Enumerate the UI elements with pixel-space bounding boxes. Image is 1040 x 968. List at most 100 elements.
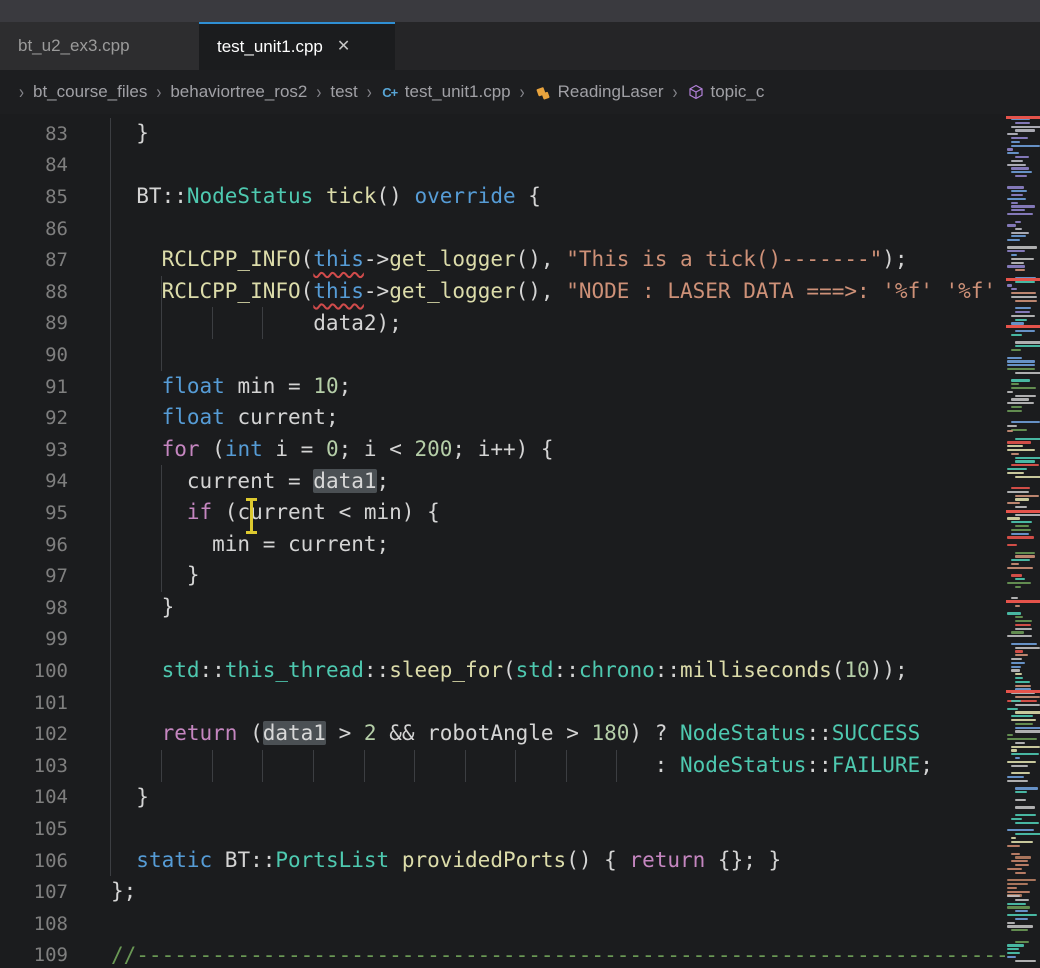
breadcrumb-label: topic_c — [711, 82, 765, 102]
code-line[interactable]: 105 — [0, 813, 1006, 845]
minimap-error-mark — [1006, 600, 1040, 603]
line-number: 89 — [0, 312, 68, 334]
code-line[interactable]: 91 float min = 10; — [0, 371, 1006, 403]
breadcrumb-item-behaviortree-ros2[interactable]: behaviortree_ros2 — [170, 82, 307, 102]
code-line[interactable]: 93 for (int i = 0; i < 200; i++) { — [0, 434, 1006, 466]
code-area[interactable]: 83 }8485 BT::NodeStatus tick() override … — [0, 114, 1006, 968]
code-text: RCLCPP_INFO(this->get_logger(), "This is… — [68, 244, 908, 276]
code-text: //--------------------------------------… — [68, 940, 1006, 968]
code-line[interactable]: 103 : NodeStatus::FAILURE; — [0, 750, 1006, 782]
line-number: 106 — [0, 850, 68, 872]
breadcrumb-label: test_unit1.cpp — [405, 82, 511, 102]
code-text: data2); — [68, 308, 402, 340]
method-symbol-icon — [687, 83, 705, 101]
code-text: for (int i = 0; i < 200; i++) { — [68, 434, 554, 466]
tab-close-icon[interactable]: ✕ — [337, 39, 350, 55]
chevron-right-icon: › — [673, 81, 678, 103]
code-text: }; — [68, 876, 136, 908]
line-number: 109 — [0, 944, 68, 966]
line-number: 100 — [0, 660, 68, 682]
tab-bt-u2-ex3[interactable]: bt_u2_ex3.cpp — [0, 22, 199, 70]
code-line[interactable]: 106 static BT::PortsList providedPorts()… — [0, 845, 1006, 877]
window-titlebar — [0, 0, 1040, 22]
vscode-window: bt_u2_ex3.cpp test_unit1.cpp ✕ › bt_cours… — [0, 0, 1040, 968]
breadcrumb-item-bt-course-files[interactable]: bt_course_files — [33, 82, 147, 102]
line-number: 90 — [0, 344, 68, 366]
breadcrumb-item-test-unit1-cpp[interactable]: C+ test_unit1.cpp — [381, 82, 511, 102]
code-line[interactable]: 109//-----------------------------------… — [0, 940, 1006, 968]
code-text: current = data1; — [68, 466, 389, 498]
code-line[interactable]: 99 — [0, 624, 1006, 656]
chevron-right-icon: › — [19, 81, 24, 103]
line-number: 91 — [0, 376, 68, 398]
breadcrumb-label: ReadingLaser — [558, 82, 664, 102]
breadcrumb-label: test — [330, 82, 357, 102]
code-text: } — [68, 560, 200, 592]
code-line[interactable]: 85 BT::NodeStatus tick() override { — [0, 181, 1006, 213]
code-text: } — [68, 782, 149, 814]
line-number: 96 — [0, 534, 68, 556]
chevron-right-icon: › — [367, 81, 372, 103]
minimap-error-mark — [1006, 510, 1040, 513]
breadcrumb-item-test[interactable]: test — [330, 82, 357, 102]
code-line[interactable]: 98 } — [0, 592, 1006, 624]
line-number: 86 — [0, 218, 68, 240]
code-text: float min = 10; — [68, 371, 351, 403]
code-line[interactable]: 97 } — [0, 560, 1006, 592]
chevron-right-icon: › — [520, 81, 525, 103]
line-number: 104 — [0, 786, 68, 808]
cpp-file-icon: C+ — [381, 83, 399, 101]
code-line[interactable]: 83 } — [0, 118, 1006, 150]
code-text: } — [68, 118, 149, 150]
code-text: if (current < min) { — [68, 497, 440, 529]
code-line[interactable]: 88 RCLCPP_INFO(this->get_logger(), "NODE… — [0, 276, 1006, 308]
line-number: 94 — [0, 470, 68, 492]
line-number: 105 — [0, 818, 68, 840]
code-line[interactable]: 89 data2); — [0, 308, 1006, 340]
code-line[interactable]: 94 current = data1; — [0, 466, 1006, 498]
line-number: 103 — [0, 755, 68, 777]
line-number: 83 — [0, 123, 68, 145]
minimap-error-mark — [1006, 116, 1040, 119]
code-text: return (data1 > 2 && robotAngle > 180) ?… — [68, 718, 920, 750]
line-number: 97 — [0, 565, 68, 587]
code-line[interactable]: 96 min = current; — [0, 529, 1006, 561]
code-line[interactable]: 90 — [0, 339, 1006, 371]
line-number: 84 — [0, 154, 68, 176]
breadcrumb-label: bt_course_files — [33, 82, 147, 102]
code-text: } — [68, 592, 174, 624]
code-line[interactable]: 108 — [0, 908, 1006, 940]
minimap[interactable] — [1006, 114, 1040, 968]
line-number: 98 — [0, 597, 68, 619]
line-number: 102 — [0, 723, 68, 745]
code-line[interactable]: 101 — [0, 687, 1006, 719]
chevron-right-icon: › — [316, 81, 321, 103]
line-number: 95 — [0, 502, 68, 524]
breadcrumb-item-readinglaser[interactable]: ReadingLaser — [534, 82, 664, 102]
line-number: 92 — [0, 407, 68, 429]
breadcrumb-item-topic-c[interactable]: topic_c — [687, 82, 765, 102]
code-text: std::this_thread::sleep_for(std::chrono:… — [68, 655, 908, 687]
tab-label: test_unit1.cpp — [217, 37, 323, 57]
code-line[interactable]: 95 if (current < min) { — [0, 497, 1006, 529]
line-number: 88 — [0, 281, 68, 303]
code-line[interactable]: 87 RCLCPP_INFO(this->get_logger(), "This… — [0, 244, 1006, 276]
tab-bar: bt_u2_ex3.cpp test_unit1.cpp ✕ — [0, 22, 1040, 70]
code-line[interactable]: 84 — [0, 150, 1006, 182]
code-line[interactable]: 104 } — [0, 782, 1006, 814]
breadcrumb-label: behaviortree_ros2 — [170, 82, 307, 102]
code-text: : NodeStatus::FAILURE; — [68, 750, 933, 782]
code-line[interactable]: 102 return (data1 > 2 && robotAngle > 18… — [0, 718, 1006, 750]
tab-test-unit1[interactable]: test_unit1.cpp ✕ — [199, 22, 395, 70]
line-number: 99 — [0, 628, 68, 650]
code-text: RCLCPP_INFO(this->get_logger(), "NODE : … — [68, 276, 996, 308]
code-line[interactable]: 100 std::this_thread::sleep_for(std::chr… — [0, 655, 1006, 687]
editor[interactable]: 83 }8485 BT::NodeStatus tick() override … — [0, 114, 1040, 968]
code-line[interactable]: 107}; — [0, 876, 1006, 908]
chevron-right-icon: › — [156, 81, 161, 103]
code-line[interactable]: 92 float current; — [0, 402, 1006, 434]
code-line[interactable]: 86 — [0, 213, 1006, 245]
code-text: min = current; — [68, 529, 389, 561]
minimap-error-mark — [1006, 325, 1040, 328]
minimap-error-mark — [1006, 278, 1040, 281]
